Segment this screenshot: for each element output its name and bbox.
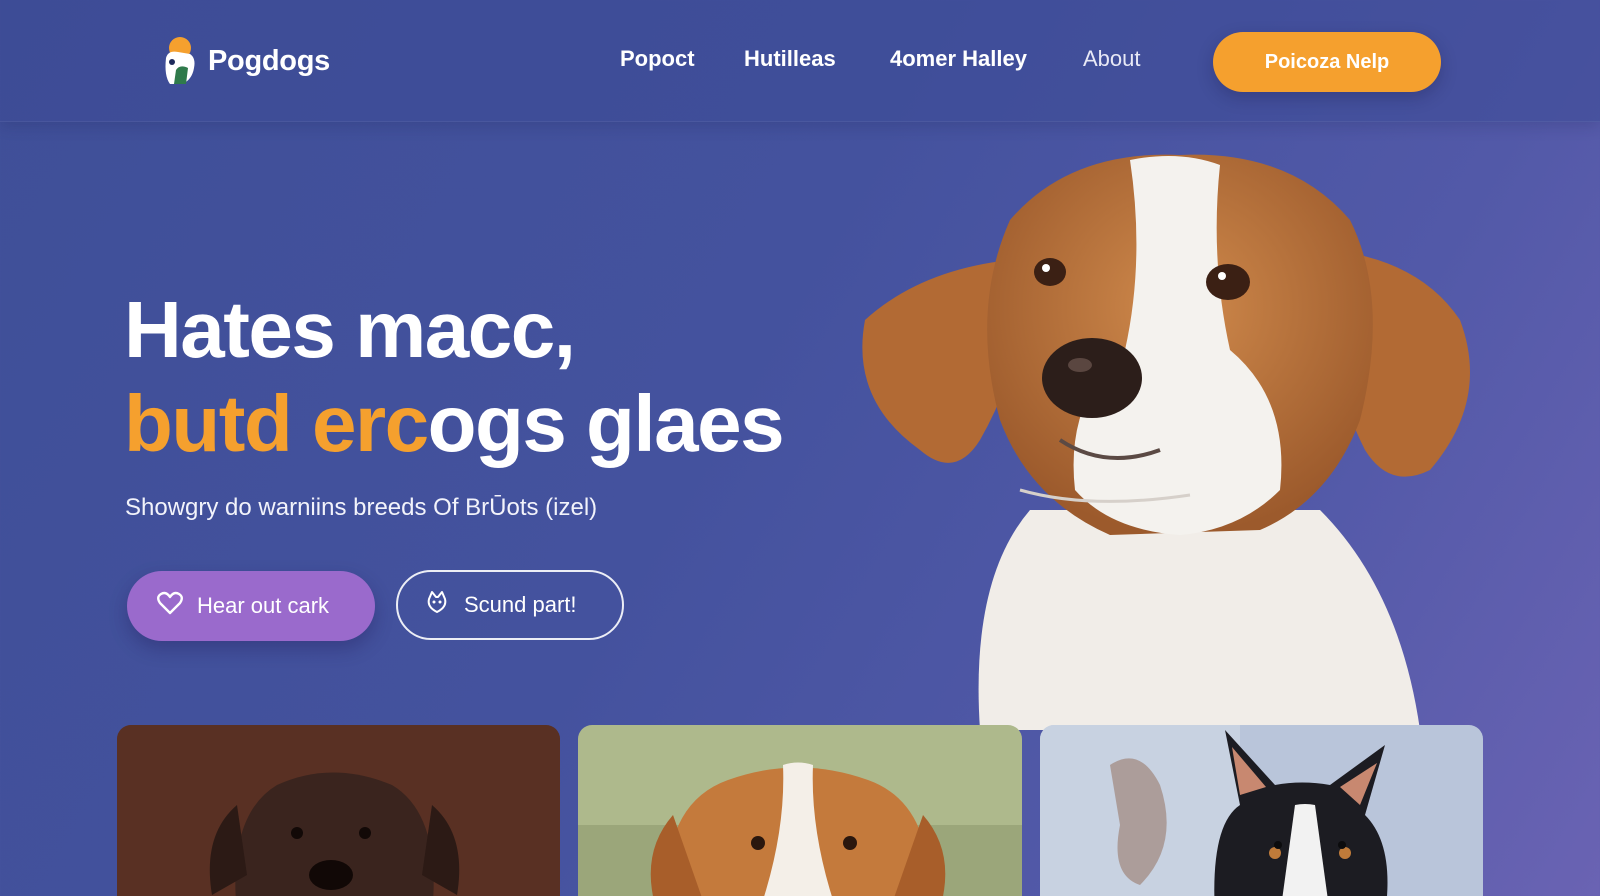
brand-name: Pogdogs bbox=[208, 44, 330, 77]
hear-out-cark-button[interactable]: Hear out cark bbox=[127, 571, 375, 641]
nav-item-about[interactable]: About bbox=[1083, 46, 1141, 72]
heart-icon bbox=[157, 591, 183, 621]
scund-part-label: Scund part! bbox=[464, 592, 577, 617]
dog-card-black[interactable] bbox=[1040, 725, 1483, 896]
headline-line-2: butd ercogs glaes bbox=[124, 377, 785, 471]
headline-line-1: Hates macc, bbox=[124, 285, 576, 374]
scund-part-button[interactable]: Scund part! bbox=[396, 570, 624, 640]
hear-out-cark-label: Hear out cark bbox=[197, 593, 330, 618]
dog-card-dark[interactable] bbox=[117, 725, 560, 896]
hero-subtitle: Showgry do warniins breeds Of BrŪots (iz… bbox=[125, 494, 598, 521]
cta-button[interactable]: Poicoza Nelp bbox=[1213, 32, 1441, 92]
nav-item-hutilleas[interactable]: Hutilleas bbox=[744, 46, 836, 72]
dog-logo-icon bbox=[160, 36, 200, 86]
top-navigation-bar: Pogdogs Popoct Hutilleas 4omer Halley Ab… bbox=[0, 0, 1600, 122]
headline-white-text: ogs glaes bbox=[427, 379, 785, 468]
hero-headline: Hates macc, butd ercogs glaes bbox=[124, 283, 785, 471]
brand-logo[interactable]: Pogdogs bbox=[160, 36, 330, 86]
dog-icon bbox=[424, 589, 450, 621]
dog-card-spaniel[interactable] bbox=[578, 725, 1022, 896]
headline-orange-text: butd erc bbox=[124, 379, 429, 468]
nav-item-4omer-halley[interactable]: 4omer Halley bbox=[890, 46, 1027, 72]
hero-dog-image bbox=[860, 150, 1500, 730]
nav-item-popoct[interactable]: Popoct bbox=[620, 46, 695, 72]
